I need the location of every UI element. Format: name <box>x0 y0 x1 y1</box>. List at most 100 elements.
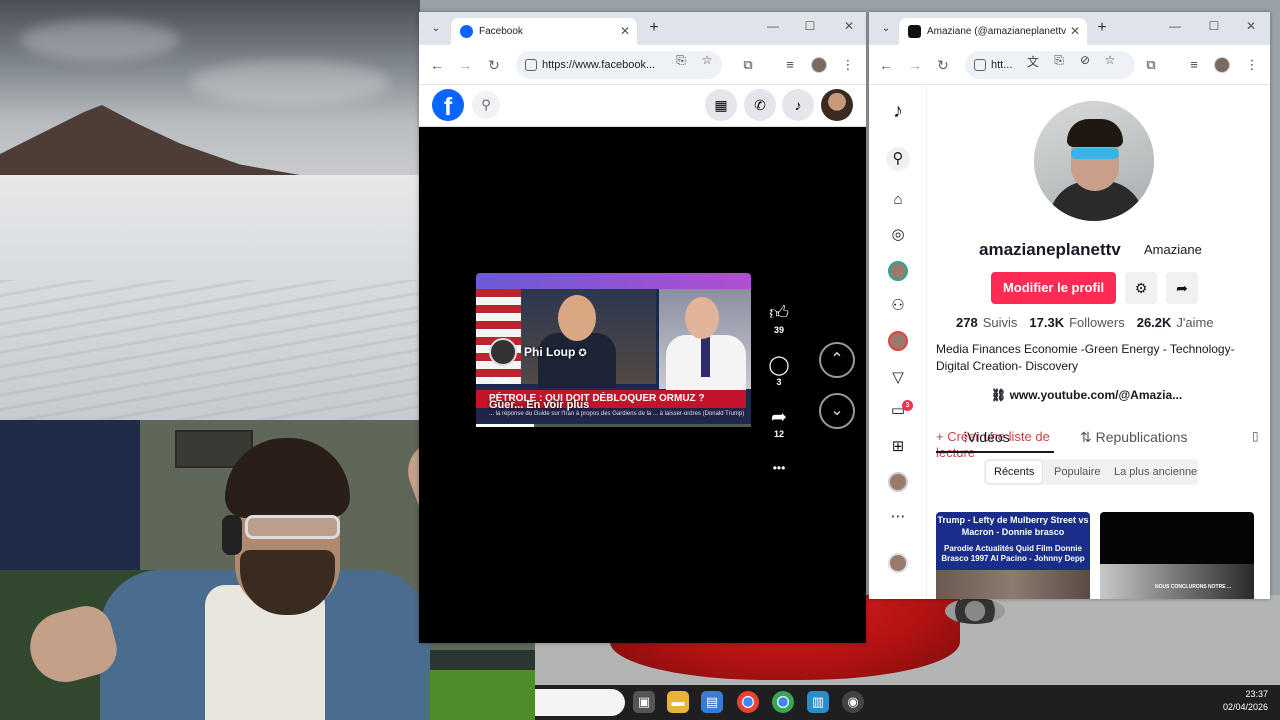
see-more-link[interactable]: Guer... En voir plus <box>489 399 589 411</box>
facebook-browser-window: ⌄ Facebook ✕ + — ☐ ✕ ← → ↻ https://www.f… <box>419 12 866 643</box>
tracking-blocked-eye-icon[interactable]: ⊘ <box>1078 53 1092 67</box>
live-avatar-icon[interactable] <box>888 331 908 351</box>
settings-gear-icon[interactable]: ⚙ <box>1125 272 1157 304</box>
chrome-icon[interactable] <box>772 691 794 713</box>
profile-link-text: www.youtube.com/@Amazia... <box>1009 388 1183 402</box>
notepad-icon[interactable]: ▥ <box>807 691 829 713</box>
following-avatar-icon[interactable] <box>888 261 908 281</box>
close-window-icon[interactable]: ✕ <box>1241 19 1261 33</box>
profile-photo <box>1034 101 1154 221</box>
tab-reposts[interactable]: ⇅ Republications <box>1080 429 1187 446</box>
translate-icon[interactable]: 文 <box>1026 53 1040 70</box>
maximize-icon[interactable]: ☐ <box>800 19 820 33</box>
forward-icon[interactable]: → <box>906 56 924 74</box>
tab-videos[interactable]: ⦙Vidéos <box>964 429 1010 446</box>
tab-search-dropdown-icon[interactable]: ⌄ <box>427 20 445 38</box>
video-progress-bar[interactable] <box>476 424 751 427</box>
activity-icon[interactable]: ▽ <box>886 366 910 390</box>
forward-icon[interactable]: → <box>456 56 474 74</box>
close-tab-icon[interactable]: ✕ <box>1069 18 1080 45</box>
site-info-icon[interactable] <box>525 59 537 71</box>
notifications-bell-icon[interactable]: ♪ <box>782 89 814 121</box>
profile-avatar-icon[interactable] <box>1214 57 1230 73</box>
chrome-icon[interactable] <box>737 691 759 713</box>
sort-recent[interactable]: Récents <box>986 461 1043 483</box>
tab-tiktok-profile[interactable]: Amaziane (@amazianeplanettv ✕ <box>899 18 1087 45</box>
install-app-icon[interactable]: ⎘ <box>1052 53 1066 68</box>
reload-icon[interactable]: ↻ <box>934 56 952 74</box>
bookmark-star-icon[interactable]: ☆ <box>1103 53 1117 67</box>
media-controls-icon[interactable]: ≡ <box>781 56 799 74</box>
close-tab-icon[interactable]: ✕ <box>620 18 630 45</box>
edit-profile-button[interactable]: Modifier le profil <box>991 272 1116 304</box>
verified-icon: ✪ <box>578 348 587 359</box>
facebook-account-avatar[interactable] <box>821 89 853 121</box>
facebook-search-icon[interactable]: ⚲ <box>472 91 500 119</box>
install-app-icon[interactable]: ⎘ <box>674 53 688 68</box>
media-controls-icon[interactable]: ≡ <box>1185 56 1203 74</box>
bookmark-star-icon[interactable]: ☆ <box>700 53 714 67</box>
system-clock[interactable]: 23:37 02/04/2026 <box>1223 688 1268 714</box>
previous-reel-chevron-up-icon[interactable]: ⌃ <box>819 342 855 378</box>
reel-author-avatar[interactable] <box>489 338 517 366</box>
facebook-logo-icon[interactable]: f <box>432 89 464 121</box>
clock-time: 23:37 <box>1245 689 1268 699</box>
minimize-icon[interactable]: — <box>763 19 783 33</box>
home-icon[interactable]: ⌂ <box>886 188 910 212</box>
share-button[interactable]: ➦ 12 <box>766 407 792 439</box>
friends-icon[interactable]: ⚇ <box>886 294 910 318</box>
taskbar-search-box[interactable] <box>535 689 625 716</box>
address-bar[interactable]: https://www.facebook... <box>516 51 722 79</box>
minimize-icon[interactable]: — <box>1165 19 1185 33</box>
more-dots-icon[interactable]: ⋯ <box>886 505 910 529</box>
following-count[interactable]: 278 <box>956 315 978 330</box>
messenger-icon[interactable]: ✆ <box>744 89 776 121</box>
site-info-icon[interactable] <box>974 59 986 71</box>
account-avatar-icon[interactable] <box>888 553 908 573</box>
followers-count[interactable]: 17.3K <box>1029 315 1064 330</box>
sort-oldest[interactable]: La plus ancienne <box>1106 459 1205 485</box>
video-top-bar <box>476 273 751 289</box>
video-thumbnail[interactable]: Trump - Lefty de Mulberry Street vs Macr… <box>936 512 1090 599</box>
maximize-icon[interactable]: ☐ <box>1204 19 1224 33</box>
back-icon[interactable]: ← <box>428 56 446 74</box>
like-button[interactable]: 👍︎ 39 <box>766 303 792 335</box>
extensions-icon[interactable]: ⧉ <box>739 56 757 74</box>
back-icon[interactable]: ← <box>877 56 895 74</box>
browser-menu-icon[interactable]: ⋮ <box>839 56 857 74</box>
close-window-icon[interactable]: ✕ <box>839 19 859 33</box>
store-icon[interactable]: ▤ <box>701 691 723 713</box>
video-progress-fill <box>476 424 534 427</box>
thumbnail-image <box>936 570 1090 599</box>
search-icon[interactable]: ⚲ <box>886 147 910 171</box>
menu-grid-icon[interactable]: ▦ <box>705 89 737 121</box>
facebook-favicon-icon <box>460 25 473 38</box>
tab-facebook[interactable]: Facebook ✕ <box>451 18 637 45</box>
more-options-button[interactable]: ••• <box>766 461 792 475</box>
comment-button[interactable]: ◯ 3 <box>766 355 792 387</box>
reel-video[interactable]: Phi Loup ✪ FRIR PÉTROLE : QUI DOIT DÉBLOQ… <box>476 273 751 426</box>
recording-app-icon[interactable]: ◉ <box>842 691 864 713</box>
upload-icon[interactable]: ⊞ <box>886 435 910 459</box>
profile-photo-hair <box>1067 119 1123 147</box>
favorites-tab-icon[interactable]: ▯ <box>1252 429 1259 443</box>
file-explorer-icon[interactable]: ▬ <box>667 691 689 713</box>
profile-avatar-icon[interactable] <box>811 57 827 73</box>
reel-author-name[interactable]: Phi Loup ✪ <box>524 345 587 359</box>
video-anchor-tie <box>701 337 710 377</box>
share-profile-icon[interactable]: ➦ <box>1166 272 1198 304</box>
tab-search-dropdown-icon[interactable]: ⌄ <box>877 20 895 38</box>
new-tab-icon[interactable]: + <box>1093 20 1111 38</box>
browser-menu-icon[interactable]: ⋮ <box>1243 56 1261 74</box>
extensions-icon[interactable]: ⧉ <box>1142 56 1160 74</box>
video-thumbnail[interactable]: NOUS CONCLURONS NOTRE ... <box>1100 512 1254 599</box>
profile-link[interactable]: ⛓ www.youtube.com/@Amazia... <box>991 388 1182 402</box>
explore-compass-icon[interactable]: ◎ <box>886 223 910 247</box>
profile-avatar-icon[interactable] <box>888 472 908 492</box>
tiktok-logo-icon[interactable]: ♪ <box>886 99 910 123</box>
new-tab-icon[interactable]: + <box>645 20 663 38</box>
sort-popular[interactable]: Populaire <box>1046 459 1108 485</box>
reload-icon[interactable]: ↻ <box>485 56 503 74</box>
next-reel-chevron-down-icon[interactable]: ⌄ <box>819 393 855 429</box>
task-view-icon[interactable]: ▣ <box>633 691 655 713</box>
